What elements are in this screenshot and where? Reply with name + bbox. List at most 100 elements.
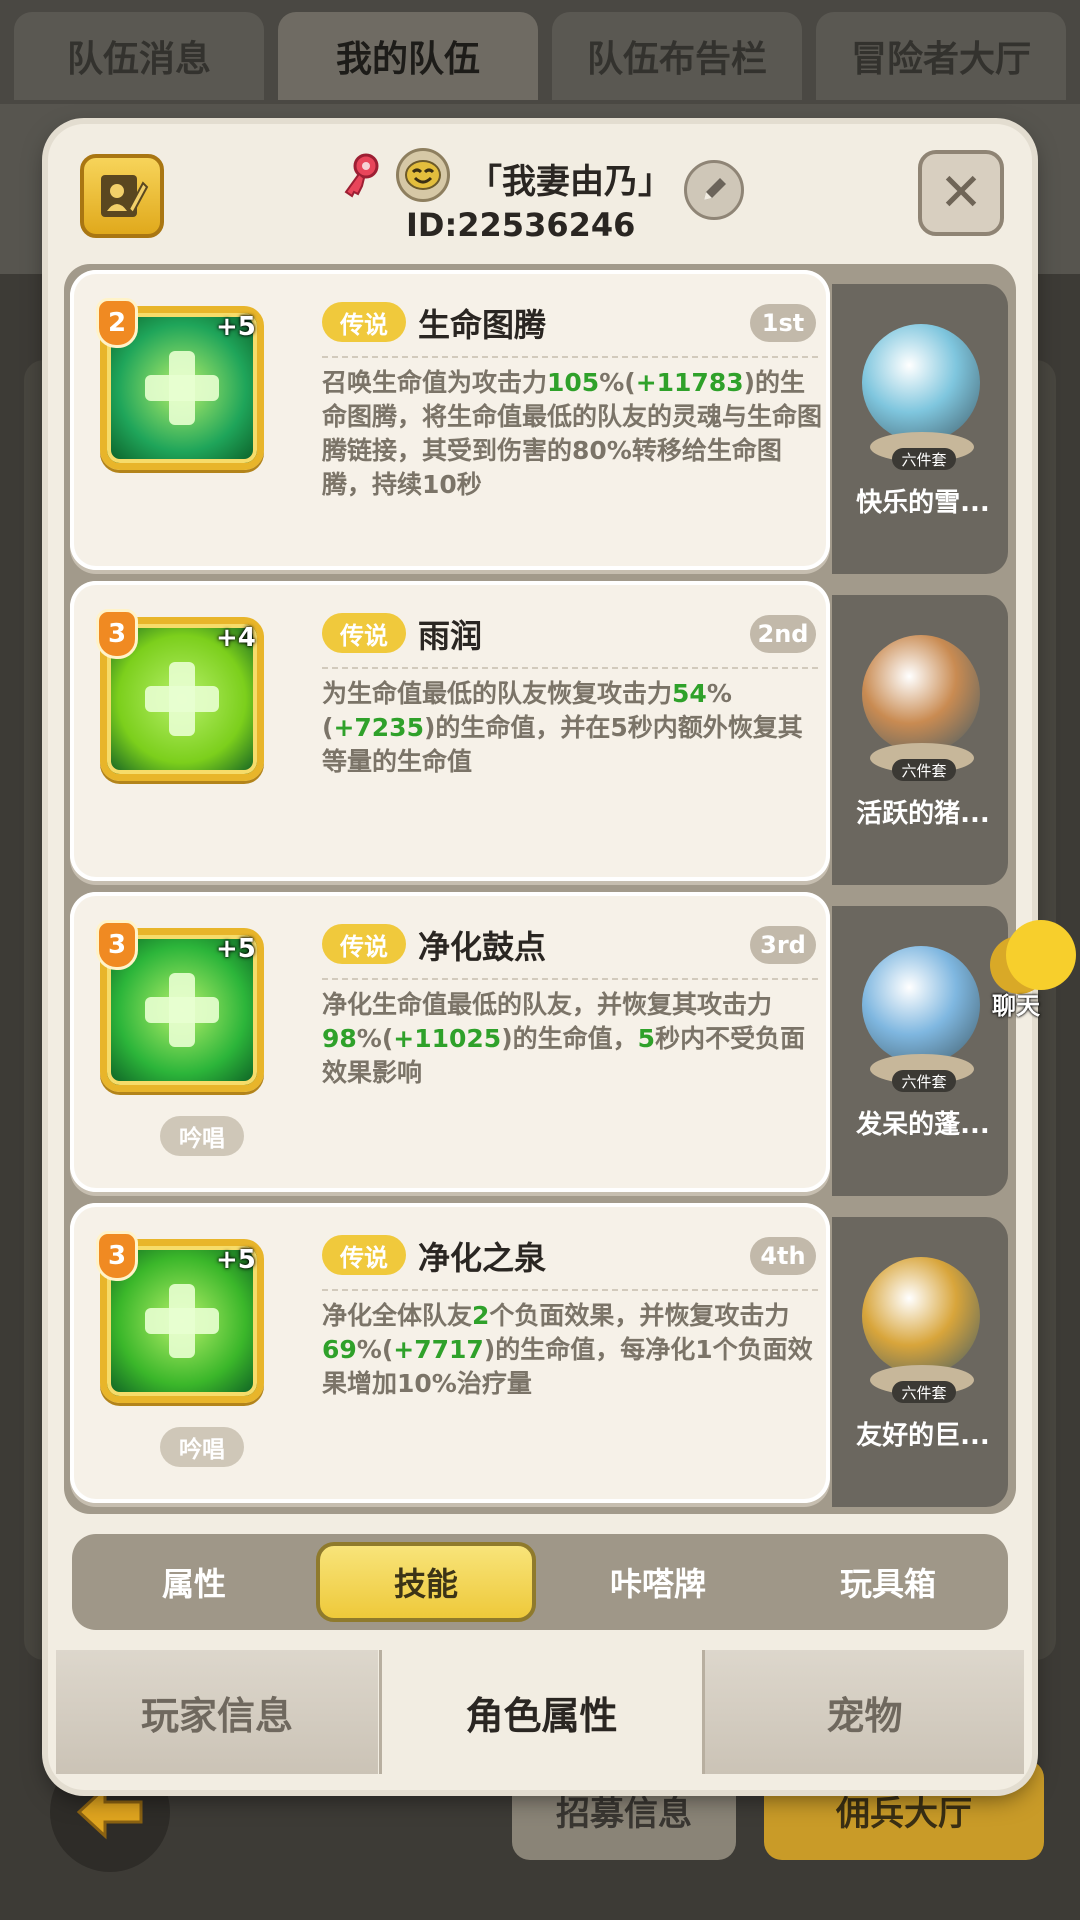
pencil-icon xyxy=(704,178,726,200)
skill-upgrade-badge: +5 xyxy=(216,934,256,964)
tab-team-messages[interactable]: 队伍消息 xyxy=(14,12,264,100)
hero-name: 发呆的蓬... xyxy=(856,1110,990,1140)
divider xyxy=(322,356,818,358)
skill-level-badge: 3 xyxy=(96,920,138,970)
description-text: 召唤生命值为攻击力 xyxy=(322,368,548,397)
skill-description: 净化生命值最低的队友，并恢复其攻击力98%(+11025)的生命值，5秒内不受负… xyxy=(322,988,822,1090)
hero-figure-icon xyxy=(862,635,980,753)
hero-name: 快乐的雪... xyxy=(856,488,990,518)
skill-card[interactable]: 3 +5 传说 净化之泉 4th 净化全体队友2个负面效果，并恢复攻击力 69%(… xyxy=(70,1203,830,1503)
description-value: 98 xyxy=(322,1024,357,1053)
hero-panel[interactable]: 六件套 活跃的猪... xyxy=(832,595,1008,885)
player-profile-dialog: 「我妻由乃」 ID:22536246 ✕ 2 +5 传说 生命图腾 1st 召唤… xyxy=(48,124,1032,1790)
skill-card[interactable]: 3 +4 传说 雨润 2nd 为生命值最低的队友恢复攻击力54%(+7235)的… xyxy=(70,581,830,881)
hero-figure-icon xyxy=(862,946,980,1064)
hero-panel[interactable]: 六件套 发呆的蓬... xyxy=(832,906,1008,1196)
skill-rank-badge: 2nd xyxy=(750,615,816,653)
notebook-pencil-icon xyxy=(101,175,149,217)
divider xyxy=(322,978,818,980)
description-value: 2 xyxy=(472,1301,490,1330)
skill-card[interactable]: 2 +5 传说 生命图腾 1st 召唤生命值为攻击力105%(+11783)的生… xyxy=(70,270,830,570)
skill-description: 为生命值最低的队友恢复攻击力54%(+7235)的生命值，并在5秒内额外恢复其等… xyxy=(322,677,822,779)
hero-figure-icon xyxy=(862,324,980,442)
skill-name: 净化鼓点 xyxy=(418,928,547,966)
note-edit-button[interactable] xyxy=(80,154,164,238)
skill-row[interactable]: 2 +5 传说 生命图腾 1st 召唤生命值为攻击力105%(+11783)的生… xyxy=(64,264,1016,574)
description-value: +7235 xyxy=(333,713,424,742)
description-text: %( xyxy=(356,1024,394,1053)
hero-name: 友好的巨... xyxy=(856,1421,990,1451)
skill-list[interactable]: 2 +5 传说 生命图腾 1st 召唤生命值为攻击力105%(+11783)的生… xyxy=(64,264,1016,1514)
back-arrow-icon xyxy=(76,1784,143,1840)
skill-description: 召唤生命值为攻击力105%(+11783)的生命图腾，将生命值最低的队友的灵魂与… xyxy=(322,366,822,502)
healing-cross-icon xyxy=(145,662,219,736)
description-value: +11783 xyxy=(635,368,744,397)
tab-pets[interactable]: 宠物 xyxy=(702,1650,1024,1774)
healing-cross-icon xyxy=(145,351,219,425)
divider xyxy=(322,667,818,669)
subtab-skills[interactable]: 技能 xyxy=(316,1542,536,1622)
skill-row[interactable]: 3 +5 传说 净化之泉 4th 净化全体队友2个负面效果，并恢复攻击力 69%(… xyxy=(64,1197,1016,1507)
rarity-badge: 传说 xyxy=(322,1235,406,1275)
description-text: 个负面效果，并恢复攻击力 xyxy=(489,1301,790,1330)
tab-team-board[interactable]: 队伍布告栏 xyxy=(552,12,802,100)
description-value: +7717 xyxy=(393,1335,484,1364)
rarity-badge: 传说 xyxy=(322,613,406,653)
healing-cross-icon xyxy=(145,973,219,1047)
skill-upgrade-badge: +4 xyxy=(216,623,256,653)
player-name: 「我妻由乃」 xyxy=(468,162,672,202)
chant-tag: 吟唱 xyxy=(160,1427,244,1467)
skill-rank-badge: 3rd xyxy=(750,926,816,964)
skill-name: 净化之泉 xyxy=(418,1239,547,1277)
description-text: %( xyxy=(599,368,636,397)
key-icon xyxy=(344,153,379,198)
skill-row[interactable]: 3 +4 传说 雨润 2nd 为生命值最低的队友恢复攻击力54%(+7235)的… xyxy=(64,575,1016,885)
hero-figure-icon xyxy=(862,1257,980,1375)
divider xyxy=(322,1289,818,1291)
skill-upgrade-badge: +5 xyxy=(216,1245,256,1275)
tab-player-info[interactable]: 玩家信息 xyxy=(56,1650,378,1774)
sub-tab-bar: 属性 技能 咔嗒牌 玩具箱 xyxy=(72,1534,1008,1630)
hero-panel[interactable]: 六件套 快乐的雪... xyxy=(832,284,1008,574)
six-piece-set-tag: 六件套 xyxy=(892,448,956,470)
description-value: +11025 xyxy=(393,1024,502,1053)
tab-character-attributes[interactable]: 角色属性 xyxy=(379,1650,701,1774)
skill-name: 生命图腾 xyxy=(418,306,547,344)
close-icon: ✕ xyxy=(939,163,983,223)
hero-name: 活跃的猪... xyxy=(856,799,990,829)
description-value: 5 xyxy=(637,1024,656,1053)
smiling-face-icon xyxy=(405,160,441,190)
rarity-badge: 传说 xyxy=(322,302,406,342)
skill-level-badge: 3 xyxy=(96,1231,138,1281)
description-value: 69 xyxy=(322,1335,357,1364)
skill-card[interactable]: 3 +5 传说 净化鼓点 3rd 净化生命值最低的队友，并恢复其攻击力 98%(+… xyxy=(70,892,830,1192)
skill-rank-badge: 1st xyxy=(750,304,816,342)
description-value: 54 xyxy=(672,679,707,708)
player-id: ID:22536246 xyxy=(406,206,636,244)
skill-upgrade-badge: +5 xyxy=(216,312,256,342)
hero-panel[interactable]: 六件套 友好的巨... xyxy=(832,1217,1008,1507)
top-tab-bar: 队伍消息 我的队伍 队伍布告栏 冒险者大厅 xyxy=(0,0,1080,104)
rename-button[interactable] xyxy=(684,160,744,220)
description-text: 净化全体队友 xyxy=(322,1301,473,1330)
description-text: 为生命值最低的队友恢复攻击力 xyxy=(322,679,673,708)
tab-my-team[interactable]: 我的队伍 xyxy=(278,12,538,100)
skill-level-badge: 3 xyxy=(96,609,138,659)
close-button[interactable]: ✕ xyxy=(918,150,1004,236)
six-piece-set-tag: 六件套 xyxy=(892,759,956,781)
chant-tag: 吟唱 xyxy=(160,1116,244,1156)
subtab-attributes[interactable]: 属性 xyxy=(84,1542,304,1622)
description-text: 净化生命值最低的队友，并恢复其攻击力 xyxy=(322,990,773,1019)
skill-row[interactable]: 3 +5 传说 净化鼓点 3rd 净化生命值最低的队友，并恢复其攻击力 98%(+… xyxy=(64,886,1016,1196)
healing-cross-icon xyxy=(145,1284,219,1358)
player-avatar-icon xyxy=(396,148,450,202)
subtab-toy-box[interactable]: 玩具箱 xyxy=(778,1542,998,1622)
chat-bubble-icon xyxy=(1006,920,1076,990)
description-text: %( xyxy=(356,1335,394,1364)
chat-button[interactable]: 聊天 xyxy=(986,920,1076,1030)
skill-rank-badge: 4th xyxy=(750,1237,816,1275)
rarity-badge: 传说 xyxy=(322,924,406,964)
tab-adventurer-hall[interactable]: 冒险者大厅 xyxy=(816,12,1066,100)
bottom-tab-bar: 玩家信息 角色属性 宠物 xyxy=(56,1650,1024,1774)
subtab-click-cards[interactable]: 咔嗒牌 xyxy=(548,1542,768,1622)
